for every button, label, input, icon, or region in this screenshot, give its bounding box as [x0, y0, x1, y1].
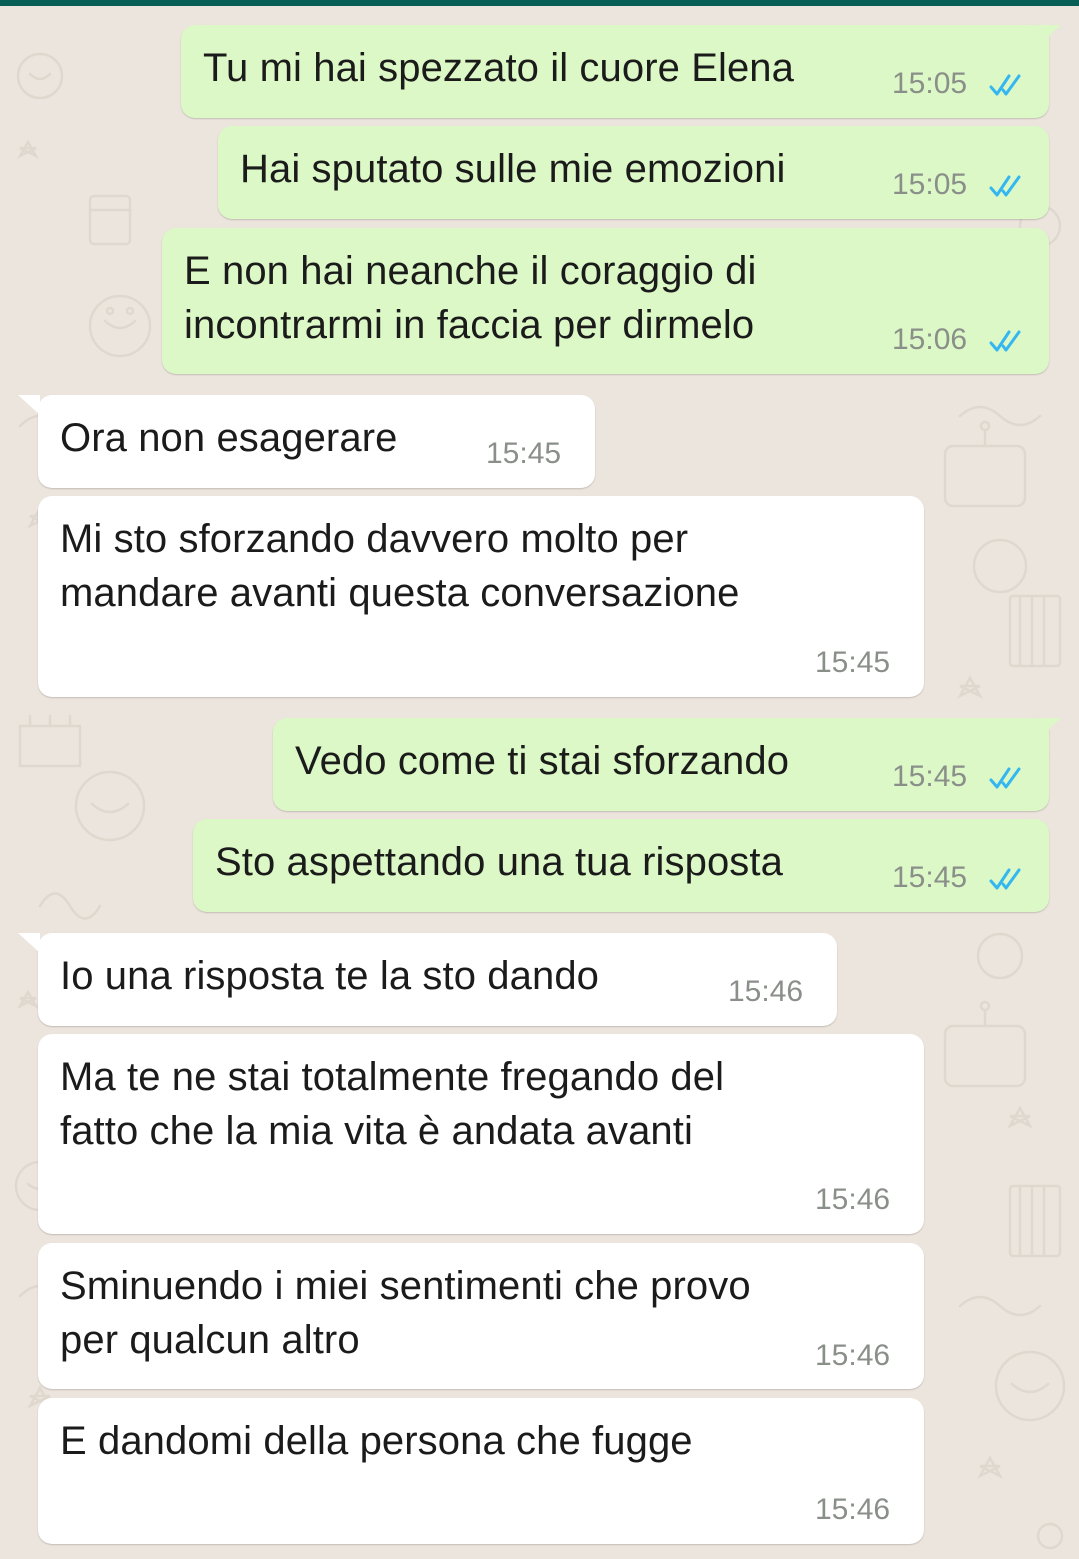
read-double-check-icon — [989, 175, 1021, 197]
message-time: 15:46 — [815, 1183, 891, 1216]
bubble-tail — [18, 395, 40, 415]
read-double-check-icon — [989, 330, 1021, 352]
message-bubble-incoming[interactable]: Io una risposta te la sto dando 15:46 — [18, 933, 837, 1026]
message-text: Ma te ne stai totalmente fregando del fa… — [60, 1055, 725, 1153]
read-double-check-icon — [989, 74, 1021, 96]
message-bubble-outgoing[interactable]: Tu mi hai spezzato il cuore Elena 15:05 — [181, 25, 1061, 118]
message-text: E non hai neanche il coraggio di incontr… — [184, 249, 757, 347]
message-text: Tu mi hai spezzato il cuore Elena — [203, 46, 794, 90]
message-list[interactable]: Tu mi hai spezzato il cuore Elena 15:05 … — [0, 0, 1079, 1559]
message-time: 15:46 — [815, 1339, 891, 1372]
message-bubble-incoming[interactable]: Sminuendo i miei sentimenti che provo pe… — [38, 1243, 924, 1389]
message-bubble-incoming[interactable]: Mi sto sforzando davvero molto per manda… — [38, 496, 924, 697]
bubble-tail — [18, 933, 40, 953]
message-text: Sto aspettando una tua risposta — [215, 840, 783, 884]
message-time: 15:45 — [892, 760, 968, 793]
message-bubble-incoming[interactable]: E dandomi della persona che fugge 15:46 — [38, 1398, 924, 1544]
message-text: Io una risposta te la sto dando — [60, 954, 600, 998]
message-time: 15:45 — [815, 646, 891, 679]
message-text: Ora non esagerare — [60, 416, 398, 460]
message-time: 15:46 — [815, 1493, 891, 1526]
message-text: Hai sputato sulle mie emozioni — [240, 147, 786, 191]
message-text: Sminuendo i miei sentimenti che provo pe… — [60, 1264, 751, 1362]
read-double-check-icon — [989, 767, 1021, 789]
message-text: Vedo come ti stai sforzando — [295, 739, 790, 783]
message-time: 15:05 — [892, 168, 968, 201]
bubble-tail — [1039, 718, 1061, 738]
message-time: 15:45 — [486, 437, 562, 470]
message-bubble-outgoing[interactable]: E non hai neanche il coraggio di incontr… — [162, 228, 1049, 374]
read-double-check-icon — [989, 868, 1021, 890]
message-time: 15:45 — [892, 861, 968, 894]
message-text: Mi sto sforzando davvero molto per manda… — [60, 517, 740, 615]
message-time: 15:46 — [728, 975, 804, 1008]
message-text: E dandomi della persona che fugge — [60, 1419, 693, 1463]
bubble-tail — [1039, 25, 1061, 45]
message-bubble-outgoing[interactable]: Hai sputato sulle mie emozioni 15:05 — [218, 126, 1049, 219]
message-bubble-incoming[interactable]: Ora non esagerare 15:45 — [18, 395, 595, 488]
message-bubble-outgoing[interactable]: Vedo come ti stai sforzando 15:45 — [273, 718, 1061, 811]
message-bubble-incoming[interactable]: Ma te ne stai totalmente fregando del fa… — [38, 1034, 924, 1234]
message-time: 15:06 — [892, 323, 968, 356]
message-time: 15:05 — [892, 67, 968, 100]
message-bubble-outgoing[interactable]: Sto aspettando una tua risposta 15:45 — [193, 819, 1049, 912]
